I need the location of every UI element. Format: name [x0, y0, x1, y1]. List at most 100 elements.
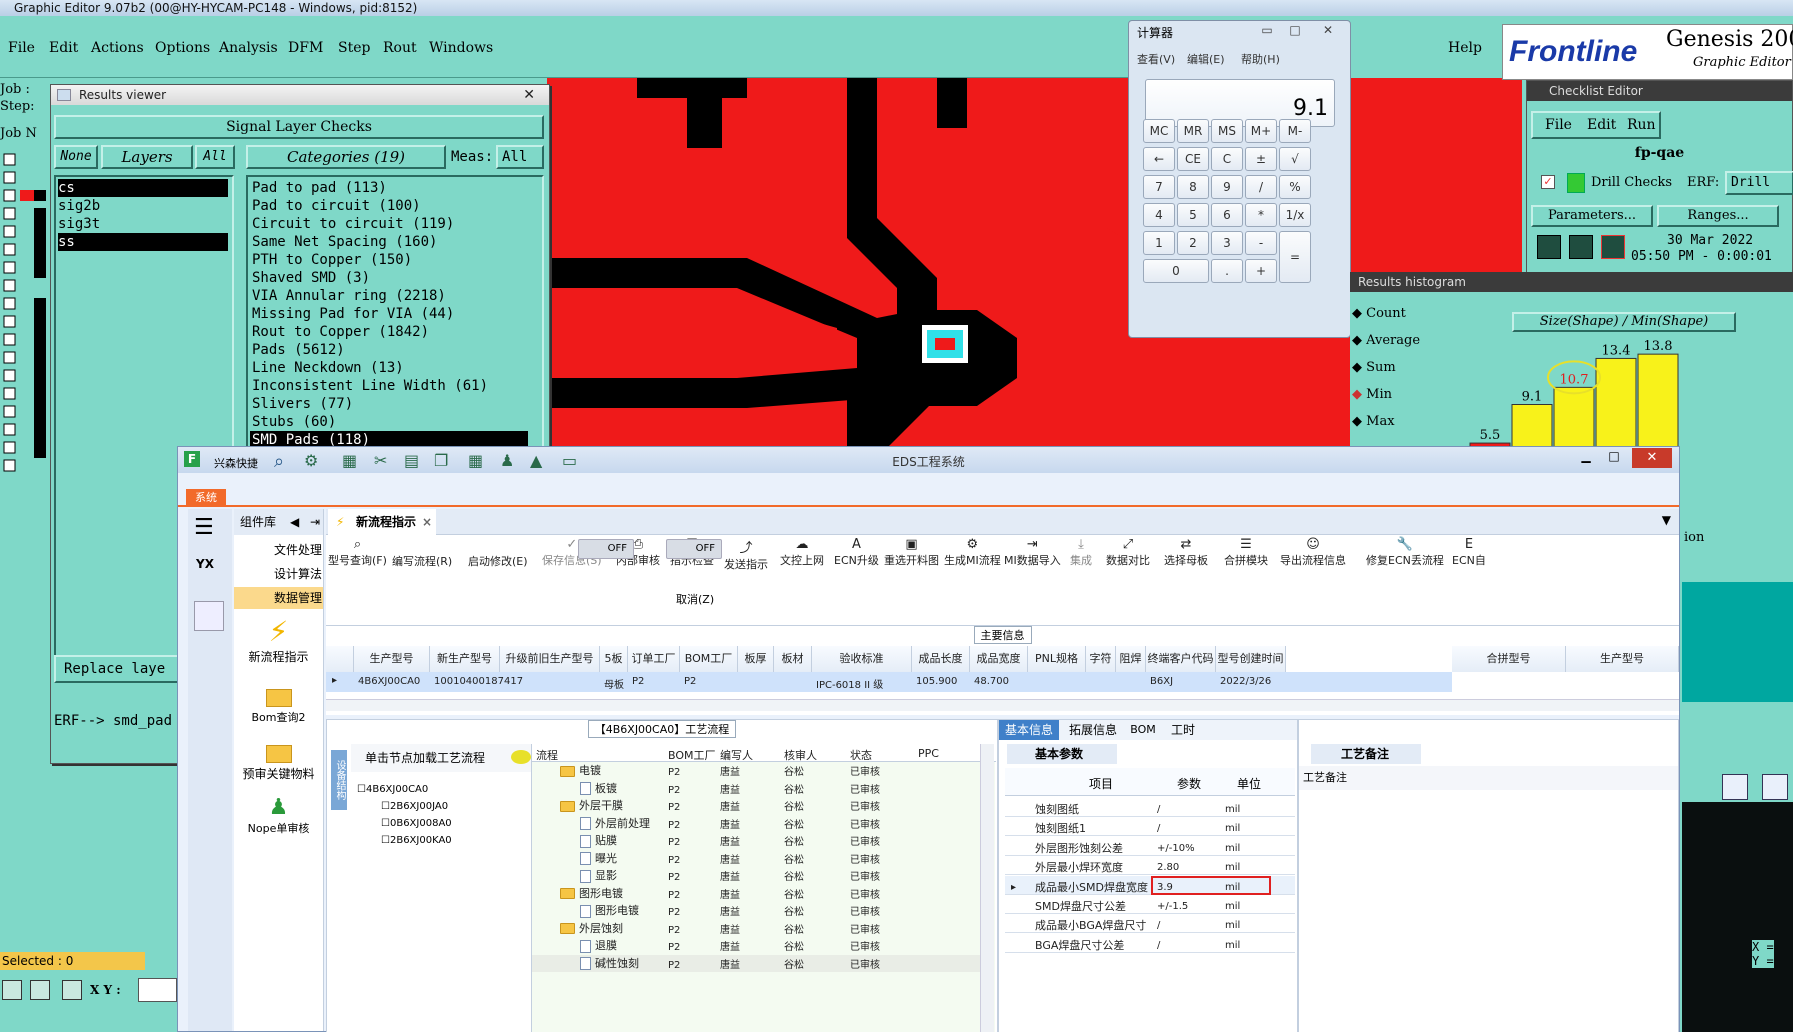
grid-header[interactable]: 5板 — [600, 646, 628, 672]
category-item[interactable]: Missing Pad for VIA (44) — [252, 305, 454, 323]
table-cell[interactable]: 母板 — [604, 676, 624, 691]
checklist-menu-edit[interactable]: Edit — [1587, 117, 1616, 133]
close-icon[interactable]: × — [422, 509, 432, 535]
param-row[interactable]: SMD焊盘尺寸公差 +/-1.5 mil — [1005, 895, 1295, 914]
grid-header[interactable]: 验收标准 — [812, 646, 912, 672]
flow-row[interactable]: 外层干膜 P2 唐益 谷松 已审核 — [532, 797, 980, 814]
menu-windows[interactable]: Windows — [429, 40, 493, 56]
calc-key[interactable]: 3 — [1211, 231, 1243, 255]
none-button[interactable]: None — [54, 145, 98, 169]
flow-header[interactable]: 编写人 — [720, 747, 753, 763]
flow-row[interactable]: 图形电镀 P2 唐益 谷松 已审核 — [532, 885, 980, 902]
calc-key[interactable]: 8 — [1177, 175, 1209, 199]
flow-row[interactable]: 显影 P2 唐益 谷松 已审核 — [532, 867, 980, 884]
calc-key[interactable]: 1 — [1143, 231, 1175, 255]
parameters-button[interactable]: Parameters... — [1531, 205, 1653, 227]
calc-key[interactable]: CE — [1177, 147, 1209, 171]
grid-header[interactable]: 升级前旧生产型号 — [500, 646, 600, 672]
table-cell[interactable]: IPC-6018 II 级 — [816, 676, 883, 691]
calc-key[interactable]: √ — [1279, 147, 1311, 171]
layer-item[interactable]: ss — [58, 233, 228, 251]
param-row[interactable]: 蚀刻图纸 / mil — [1005, 798, 1295, 817]
option-average[interactable]: ◆ Average — [1352, 333, 1420, 348]
checklist-menu-run[interactable]: Run — [1627, 117, 1656, 133]
tree-checkbox[interactable]: ☐ — [381, 801, 390, 812]
flow-step[interactable]: 图形电镀 — [580, 902, 639, 919]
layers-button[interactable]: Layers — [101, 145, 193, 169]
menu-rout[interactable]: Rout — [383, 40, 417, 56]
remarks-tab[interactable]: 工艺备注 — [1311, 744, 1421, 764]
flow-row[interactable]: 碱性蚀刻 P2 唐益 谷松 已审核 — [532, 954, 980, 972]
calc-key[interactable]: ← — [1143, 147, 1175, 171]
tool-icon[interactable] — [1762, 774, 1788, 800]
menu-dfm[interactable]: DFM — [288, 40, 323, 56]
layer-item[interactable]: sig2b — [58, 197, 100, 215]
flow-header[interactable]: PPC — [918, 747, 939, 760]
flow-step[interactable]: 贴膜 — [580, 832, 617, 849]
calc-key[interactable]: 6 — [1211, 203, 1243, 227]
param-value[interactable]: 2.80 — [1157, 858, 1179, 877]
horizontal-scrollbar[interactable] — [326, 699, 1679, 711]
param-value[interactable]: / — [1157, 819, 1160, 838]
category-item[interactable]: Pad to pad (113) — [252, 179, 387, 197]
tool-icon[interactable] — [2, 980, 22, 1000]
nope-review-tile[interactable]: ♟ Nope单审核 — [234, 795, 323, 847]
flow-step[interactable]: 图形电镀 — [560, 885, 623, 902]
toolbar-item[interactable]: E ECN自 — [1452, 537, 1486, 568]
calc-key[interactable]: M- — [1279, 119, 1311, 143]
table-cell[interactable]: 48.700 — [974, 676, 1009, 687]
param-row[interactable]: 成品最小SMD焊盘宽度 3.9 mil ▸ — [1005, 875, 1295, 895]
param-row[interactable]: BGA焊盘尺寸公差 / mil — [1005, 934, 1295, 953]
tab-extended-info[interactable]: 拓展信息 — [1063, 720, 1123, 740]
table-cell[interactable]: P2 — [632, 676, 644, 687]
close-icon[interactable]: ✕ — [523, 85, 535, 105]
calc-key[interactable]: 2 — [1177, 231, 1209, 255]
layer-item[interactable]: cs — [58, 179, 228, 197]
grid-header[interactable]: 阻焊 — [1116, 646, 1146, 672]
vertical-scrollbar[interactable] — [980, 744, 994, 1032]
flow-step[interactable]: 外层前处理 — [580, 815, 650, 832]
flow-row[interactable]: 外层前处理 P2 唐益 谷松 已审核 — [532, 815, 980, 832]
run-icon[interactable] — [1569, 235, 1593, 259]
xy-input[interactable] — [138, 978, 177, 1002]
menu-file[interactable]: File — [8, 40, 35, 56]
run-icon[interactable] — [1601, 235, 1625, 259]
calc-menu-edit[interactable]: 编辑(E) — [1187, 51, 1225, 67]
grid-header[interactable]: 成品长度 — [912, 646, 970, 672]
flow-step[interactable]: 退膜 — [580, 937, 617, 954]
tool-icon[interactable] — [30, 980, 50, 1000]
close-icon[interactable]: ✕ — [1632, 448, 1672, 468]
grid-header[interactable]: 成品宽度 — [970, 646, 1028, 672]
device-structure-tab[interactable]: 设备结构 — [331, 750, 347, 810]
param-row[interactable]: 外层图形蚀刻公差 +/-10% mil — [1005, 837, 1295, 856]
grid-header[interactable]: 订单工厂 — [628, 646, 680, 672]
calculator-icon[interactable] — [194, 601, 224, 631]
flow-row[interactable]: 图形电镀 P2 唐益 谷松 已审核 — [532, 902, 980, 919]
grid-header[interactable]: PNL规格 — [1028, 646, 1086, 672]
category-item[interactable]: Same Net Spacing (160) — [252, 233, 437, 251]
flow-header[interactable]: 状态 — [850, 747, 872, 763]
toolbar-item[interactable]: ⇥ MI数据导入 — [1004, 537, 1061, 568]
param-row[interactable]: 成品最小BGA焊盘尺寸 / mil — [1005, 914, 1295, 934]
category-item[interactable]: Stubs (60) — [252, 413, 336, 431]
category-item[interactable]: VIA Annular ring (2218) — [252, 287, 446, 305]
menu-analysis[interactable]: Analysis — [219, 40, 278, 56]
category-item[interactable]: PTH to Copper (150) — [252, 251, 412, 269]
grid-header[interactable]: 板厚 — [738, 646, 774, 672]
grid-header[interactable]: 字符 — [1086, 646, 1116, 672]
calc-key[interactable]: . — [1211, 259, 1243, 283]
menu-step[interactable]: Step — [338, 40, 370, 56]
flow-row[interactable]: 外层蚀刻 P2 唐益 谷松 已审核 — [532, 920, 980, 937]
calc-key[interactable]: 4 — [1143, 203, 1175, 227]
minimize-icon[interactable]: ▁ — [1574, 449, 1598, 467]
category-item[interactable]: Pad to circuit (100) — [252, 197, 421, 215]
flow-step[interactable]: 板镀 — [580, 780, 617, 797]
category-item[interactable]: Pads (5612) — [252, 341, 345, 359]
tab-bom[interactable]: BOM — [1123, 720, 1163, 740]
calc-key[interactable]: 1/x — [1279, 203, 1311, 227]
param-value[interactable]: / — [1157, 800, 1160, 819]
grid-header[interactable]: 合拼型号 — [1452, 646, 1566, 672]
table-cell[interactable]: 105.900 — [916, 676, 957, 687]
grid-header[interactable]: 型号创建时间 — [1216, 646, 1286, 672]
doc-tab-new-flow[interactable]: ⚡ 新流程指示 × — [328, 509, 436, 535]
